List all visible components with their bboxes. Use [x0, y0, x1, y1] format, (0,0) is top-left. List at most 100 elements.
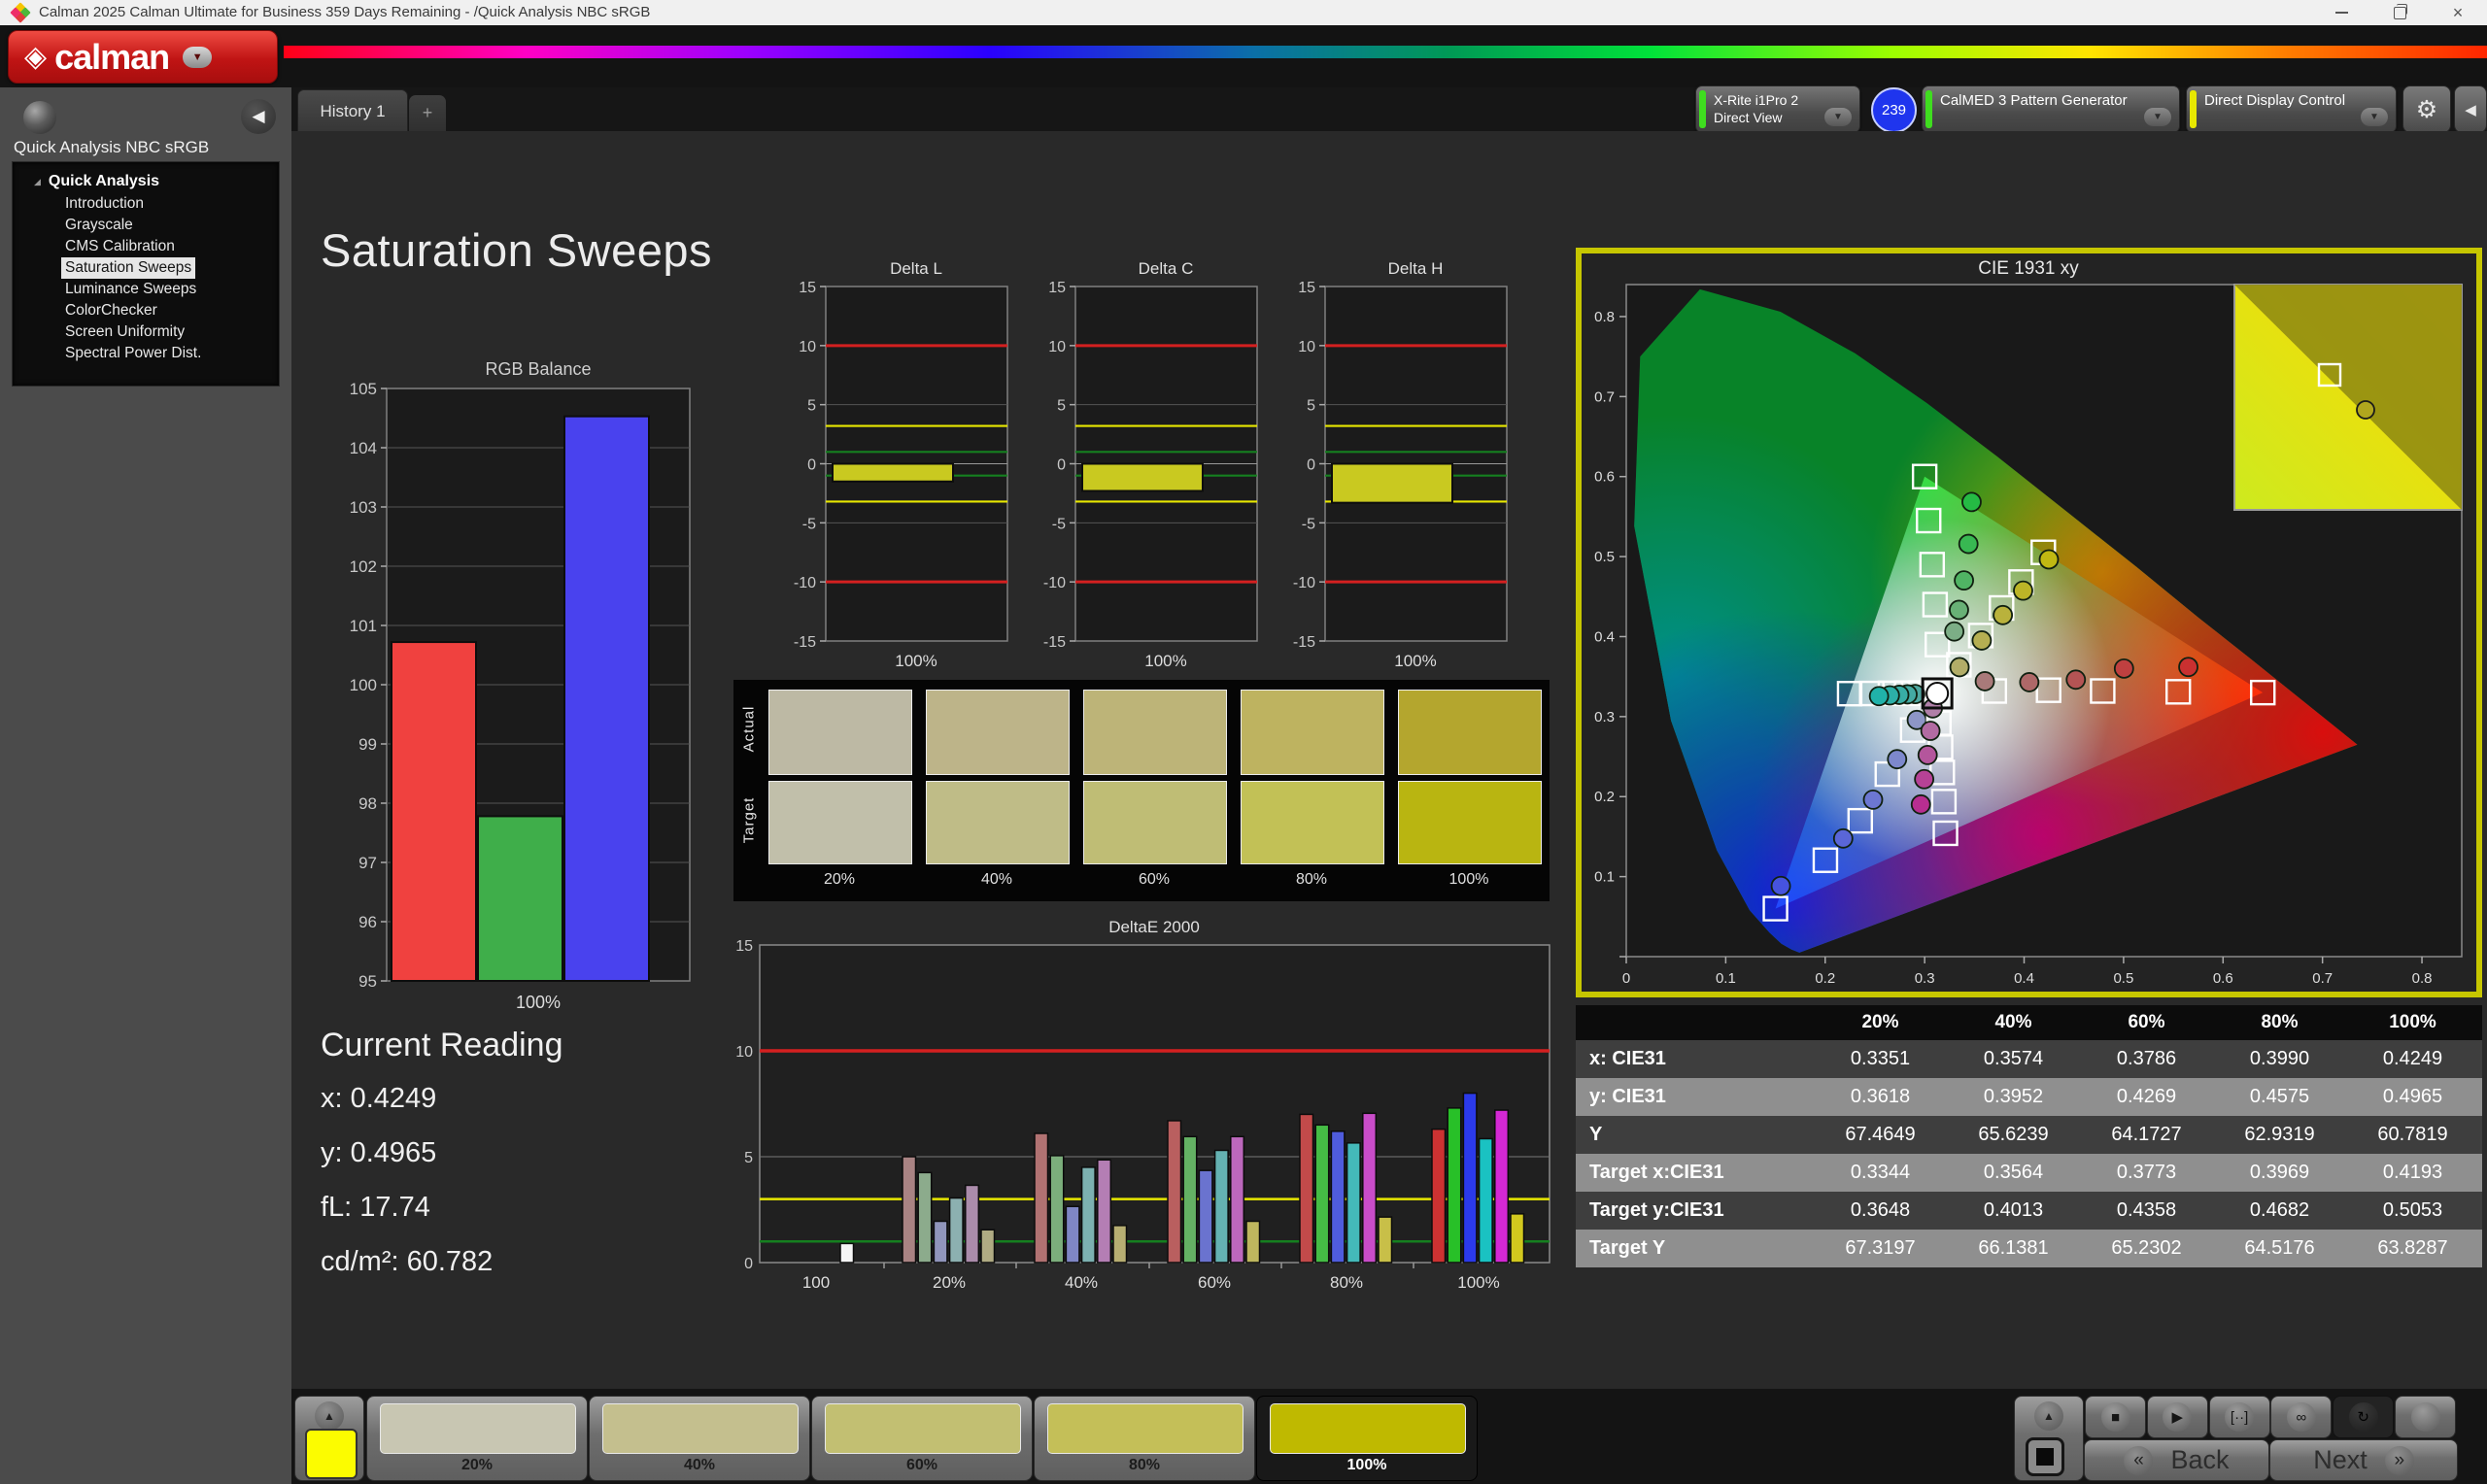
meter-dropdown[interactable]: X-Rite i1Pro 2 Direct View ▼ [1695, 85, 1860, 133]
y-tick-label: 15 [799, 280, 816, 296]
sidebar-item-luminance-sweeps[interactable]: Luminance Sweeps [61, 279, 200, 300]
infinite-icon: ∞ [2286, 1402, 2316, 1432]
meter-mode: Direct View [1714, 109, 1783, 125]
table-cell: 0.4193 [2382, 1162, 2443, 1183]
pattern-generator-dropdown[interactable]: CalMED 3 Pattern Generator ▼ [1922, 85, 2180, 133]
y-tick-label: 0 [1057, 457, 1066, 474]
delta-bar [1331, 462, 1453, 504]
step-icon: [··] [2225, 1402, 2255, 1432]
measured-marker-magenta [1917, 745, 1938, 765]
y-tick-label: 10 [1048, 339, 1066, 355]
panel-collapse-button[interactable]: ◀ [2454, 85, 2487, 133]
table-column-header: 40% [1994, 1012, 2032, 1032]
chevron-down-icon: ▼ [2361, 108, 2388, 126]
play-button[interactable]: ▶ [2146, 1396, 2208, 1438]
y-tick-label: 5 [744, 1150, 753, 1166]
next-button[interactable]: Next » [2269, 1439, 2458, 1481]
sidebar-item-saturation-sweeps[interactable]: Saturation Sweeps [61, 257, 196, 279]
measured-marker-red [1974, 671, 1995, 691]
sidebar-item-cms-calibration[interactable]: CMS Calibration [61, 236, 179, 257]
table-cell: 0.4965 [2382, 1086, 2443, 1107]
actual-swatch-100% [1398, 690, 1542, 775]
y-tick-label: 105 [350, 380, 377, 398]
pattern-button-80%[interactable]: 80% [1034, 1396, 1255, 1481]
pattern-window-button[interactable] [2026, 1437, 2064, 1476]
table-cell: 0.3344 [1850, 1162, 1911, 1183]
app-header: ◈ calman ▼ [0, 25, 2487, 87]
table-row-label: Target Y [1589, 1237, 1666, 1259]
refresh-button[interactable]: ↻ [2333, 1396, 2395, 1438]
delta-h-chart: Delta H -15 -10 -5 0 5 10 15 100% [1293, 259, 1508, 670]
pattern-button-40%[interactable]: 40% [589, 1396, 810, 1481]
settings-button[interactable]: ⚙ [2402, 85, 2451, 133]
collapse-up-button[interactable]: ▲ [315, 1401, 344, 1431]
measured-marker-yellow [1949, 657, 1970, 678]
y-tick-label: 101 [350, 617, 377, 635]
table-cell: 66.1381 [1978, 1237, 2049, 1259]
chart-title: Delta L [890, 259, 942, 278]
delta-bar [832, 462, 954, 483]
table-row-target-y: Target Y 67.3197 66.1381 65.2302 64.5176 63.8… [1576, 1230, 2482, 1267]
rgb-balance-chart: RGB Balance 95 96 97 98 99 100 101 102 103 104 105 1… [350, 359, 691, 1012]
pattern-button-100%[interactable]: 100% [1256, 1396, 1478, 1481]
restore-button[interactable] [2370, 0, 2429, 25]
x-tick-label: 0.1 [1716, 970, 1736, 987]
meter-name: X-Rite i1Pro 2 [1714, 92, 1799, 108]
blank-button[interactable] [2395, 1396, 2456, 1438]
pattern-button-60%[interactable]: 60% [811, 1396, 1033, 1481]
table-cell: 0.5053 [2382, 1199, 2443, 1221]
sidebar-item-introduction[interactable]: Introduction [61, 193, 148, 215]
y-tick-label: 103 [350, 498, 377, 517]
target-swatch-80% [1241, 781, 1384, 864]
pattern-button-20%[interactable]: 20% [366, 1396, 588, 1481]
sidebar-item-colorchecker[interactable]: ColorChecker [61, 300, 161, 321]
table-cell: 0.3564 [1983, 1162, 2044, 1183]
x-tick-label: 0.6 [2213, 970, 2233, 987]
table-cell: 0.4682 [2249, 1199, 2310, 1221]
collapse-up-button[interactable]: ▲ [2034, 1401, 2063, 1431]
deltae-bar [1049, 1155, 1065, 1264]
y-tick-label: 95 [358, 972, 377, 991]
tree-root-quick-analysis[interactable]: ◢ Quick Analysis [34, 170, 279, 193]
pattern-generator-label: CalMED 3 Pattern Generator [1940, 92, 2128, 109]
y-tick-label: 10 [799, 339, 816, 355]
current-reading-heading: Current Reading [321, 1027, 563, 1063]
stop-button[interactable]: ■ [2085, 1396, 2146, 1438]
measured-marker-red [2019, 672, 2040, 692]
infinite-button[interactable]: ∞ [2270, 1396, 2333, 1438]
measured-marker-blue [1862, 789, 1884, 810]
measured-marker-green [1944, 621, 1965, 642]
table-cell: 0.3648 [1850, 1199, 1911, 1221]
sidebar-item-grayscale[interactable]: Grayscale [61, 215, 137, 236]
play-icon: ▶ [2163, 1402, 2193, 1432]
sidebar-item-screen-uniformity[interactable]: Screen Uniformity [61, 321, 188, 343]
table-cell: 0.3351 [1850, 1048, 1911, 1069]
step-button[interactable]: [··] [2208, 1396, 2270, 1438]
deltae-bar [1097, 1159, 1112, 1264]
calman-menu-button[interactable]: ◈ calman ▼ [8, 30, 278, 84]
deltae-bar [839, 1242, 855, 1264]
chart-title: Delta C [1139, 259, 1194, 278]
table-row-y-cie31: y: CIE31 0.3618 0.3952 0.4269 0.4575 0.4965 [1576, 1078, 2482, 1116]
y-tick-label: 10 [1298, 339, 1315, 355]
close-button[interactable]: × [2429, 0, 2487, 25]
back-button[interactable]: « Back [2084, 1439, 2269, 1481]
y-tick-label: 0.6 [1594, 469, 1615, 486]
y-tick-label: 10 [735, 1044, 753, 1061]
sidebar-collapse-button[interactable]: ◀ [241, 99, 276, 134]
table-row-label: Target y:CIE31 [1589, 1199, 1724, 1221]
target-swatch-20% [768, 781, 912, 864]
display-control-dropdown[interactable]: Direct Display Control ▼ [2186, 85, 2397, 133]
table-row-x-cie31: x: CIE31 0.3351 0.3574 0.3786 0.3990 0.4249 [1576, 1040, 2482, 1078]
stop-icon: ■ [2100, 1402, 2130, 1432]
pattern-chip [1047, 1403, 1244, 1454]
current-reading-line: fL: 17.74 [321, 1192, 430, 1223]
tab-history-1[interactable]: History 1 [297, 89, 408, 132]
workflow-sphere-button[interactable] [23, 101, 56, 134]
chart-title: CIE 1931 xy [1978, 258, 2079, 279]
minimize-button[interactable] [2312, 0, 2370, 25]
add-tab-button[interactable]: + [409, 95, 446, 131]
table-cell: 0.3773 [2116, 1162, 2177, 1183]
app-icon [10, 2, 31, 23]
sidebar-item-spectral-power-dist[interactable]: Spectral Power Dist. [61, 343, 205, 364]
